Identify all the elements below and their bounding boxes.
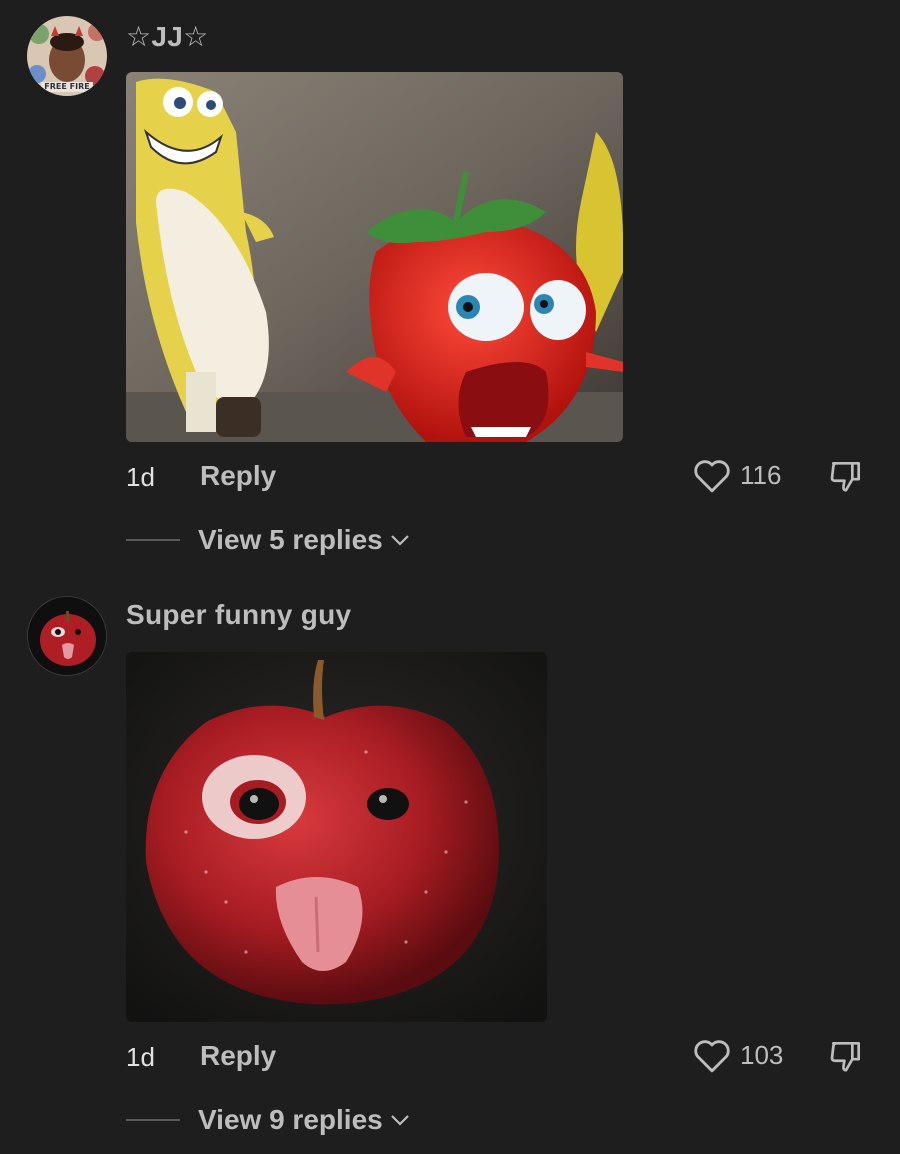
view-replies-button[interactable]: View 9 replies: [126, 1104, 411, 1136]
banana-strawberry-image: [126, 72, 623, 442]
reply-button[interactable]: Reply: [200, 460, 276, 492]
divider: [126, 1119, 180, 1121]
like-count: 103: [740, 1039, 784, 1070]
comment-username[interactable]: Super funny guy: [126, 599, 351, 631]
dislike-button[interactable]: [826, 457, 866, 500]
comment-timestamp: 1d: [126, 462, 155, 492]
view-replies-button[interactable]: View 5 replies: [126, 524, 411, 556]
reply-button[interactable]: Reply: [200, 1040, 276, 1072]
avatar-photo: [28, 597, 106, 675]
comment-timestamp: 1d: [126, 1042, 155, 1072]
heart-outline-icon: [692, 456, 732, 494]
like-count: 116: [740, 459, 782, 490]
comment-image[interactable]: [126, 652, 547, 1022]
heart-outline-icon: [692, 1036, 732, 1074]
like-button[interactable]: 103: [692, 1036, 783, 1074]
divider: [126, 539, 180, 541]
thumbs-down-outline-icon: [826, 1037, 866, 1075]
chevron-down-icon: [389, 1112, 411, 1133]
view-replies-label: View 5 replies: [198, 524, 383, 555]
dislike-button[interactable]: [826, 1037, 866, 1080]
comment-username[interactable]: ☆JJ☆: [126, 20, 209, 53]
like-button[interactable]: 116: [692, 456, 781, 494]
comment-image[interactable]: [126, 72, 623, 442]
apple-face-image: [126, 652, 547, 1022]
avatar-badge-text: FREE FIRE: [44, 82, 90, 91]
avatar[interactable]: [27, 596, 107, 676]
thumbs-down-outline-icon: [826, 457, 866, 495]
chevron-down-icon: [389, 532, 411, 553]
view-replies-label: View 9 replies: [198, 1104, 383, 1135]
avatar[interactable]: FREE FIRE: [27, 16, 107, 96]
